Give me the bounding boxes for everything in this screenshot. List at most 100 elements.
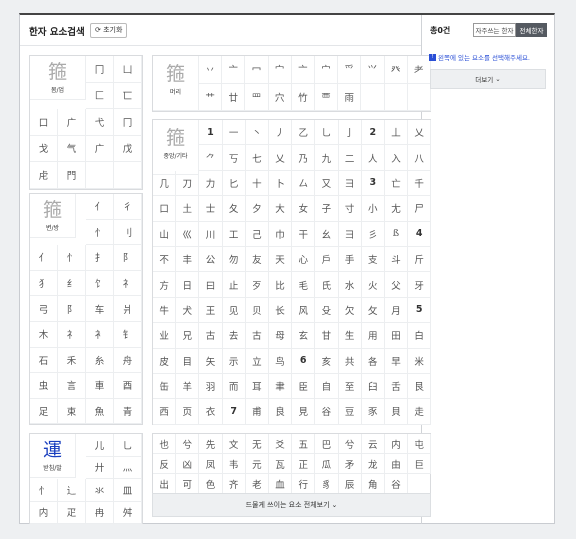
element-cell[interactable]: 豕 xyxy=(361,399,385,425)
element-cell[interactable]: 子 xyxy=(315,196,339,222)
element-cell[interactable]: 也 xyxy=(153,434,177,454)
element-cell[interactable]: 戊 xyxy=(114,135,142,162)
element-cell[interactable]: 瓜 xyxy=(315,454,339,474)
element-cell[interactable]: 鸟 xyxy=(268,348,293,374)
element-cell[interactable]: 支 xyxy=(361,246,385,273)
element-cell[interactable]: 羊 xyxy=(176,373,200,400)
element-cell[interactable]: 公 xyxy=(199,246,223,273)
element-cell[interactable]: 乚 xyxy=(114,434,142,457)
element-cell[interactable]: 弋 xyxy=(86,109,114,136)
element-cell[interactable]: 丿 xyxy=(268,120,293,146)
element-cell[interactable]: 天 xyxy=(268,246,293,273)
element-cell[interactable]: 川 xyxy=(199,221,223,247)
element-cell[interactable]: 手 xyxy=(338,246,362,273)
element-cell[interactable]: 聿 xyxy=(268,373,293,400)
element-cell[interactable]: 用 xyxy=(361,323,385,349)
element-cell[interactable]: 贝 xyxy=(245,297,269,324)
element-cell[interactable]: 虍 xyxy=(30,162,58,189)
element-cell[interactable]: 谷 xyxy=(315,399,339,425)
element-cell[interactable]: 皮 xyxy=(153,348,177,374)
element-cell[interactable]: 五 xyxy=(292,434,316,454)
element-cell[interactable]: 几 xyxy=(153,170,177,197)
element-cell[interactable]: 夂 xyxy=(222,196,246,222)
element-cell[interactable]: 田 xyxy=(384,323,409,349)
element-cell[interactable]: 老 xyxy=(245,474,269,494)
element-cell[interactable]: 耳 xyxy=(245,373,269,400)
element-cell[interactable]: 車 xyxy=(86,373,114,399)
element-cell[interactable]: 兮 xyxy=(176,434,200,454)
element-cell[interactable]: 忄 xyxy=(30,479,58,502)
element-cell[interactable]: 日 xyxy=(176,272,200,298)
element-cell[interactable]: 乚 xyxy=(315,120,339,146)
element-cell[interactable]: 尢 xyxy=(384,196,409,222)
element-cell[interactable]: 魚 xyxy=(86,398,114,425)
element-cell[interactable]: 巴 xyxy=(315,434,339,454)
element-cell[interactable]: 十 xyxy=(245,170,269,197)
element-cell[interactable]: 先 xyxy=(199,434,223,454)
more-button[interactable]: 더보기 ⌄ xyxy=(430,69,546,89)
element-cell[interactable]: 丰 xyxy=(176,246,200,273)
element-cell[interactable]: 臣 xyxy=(292,373,316,400)
element-cell[interactable]: 臼 xyxy=(361,373,385,400)
element-cell[interactable]: 龙 xyxy=(361,454,385,474)
element-cell[interactable]: 云 xyxy=(361,434,385,454)
element-cell[interactable]: 矢 xyxy=(199,348,223,374)
element-cell[interactable]: 匸 xyxy=(114,82,142,109)
element-cell[interactable]: 犬 xyxy=(176,297,200,324)
element-cell[interactable]: 木 xyxy=(30,321,58,348)
reset-button[interactable]: ⟳ 초기화 xyxy=(90,23,128,38)
element-cell[interactable]: 彡 xyxy=(361,221,385,247)
element-cell[interactable]: 冉 xyxy=(86,501,114,524)
element-cell[interactable]: 示 xyxy=(222,348,246,374)
element-cell[interactable]: 門 xyxy=(58,162,86,189)
element-cell[interactable]: 士 xyxy=(199,196,223,222)
element-cell[interactable]: 早 xyxy=(384,348,409,374)
toggle-all-hanja[interactable]: 전체한자 xyxy=(516,23,547,37)
element-cell[interactable]: 兮 xyxy=(338,434,362,454)
element-cell[interactable]: 二 xyxy=(338,145,362,171)
element-cell[interactable]: 韦 xyxy=(222,454,246,474)
element-cell[interactable]: 舟 xyxy=(114,347,142,374)
element-cell[interactable]: 冖 xyxy=(245,56,269,84)
element-cell[interactable]: 糸 xyxy=(86,347,114,374)
element-cell[interactable]: 钅 xyxy=(114,321,142,348)
element-cell[interactable]: 辰 xyxy=(338,474,362,494)
element-cell[interactable]: 各 xyxy=(361,348,385,374)
element-cell[interactable]: 谷 xyxy=(384,474,409,494)
element-cell[interactable]: 禾 xyxy=(58,347,86,374)
element-cell[interactable]: 而 xyxy=(222,373,246,400)
element-cell[interactable]: 竹 xyxy=(291,83,315,111)
element-cell[interactable]: 无 xyxy=(245,434,269,454)
element-cell[interactable]: 父 xyxy=(384,272,409,298)
element-cell[interactable]: 元 xyxy=(245,454,269,474)
element-cell[interactable]: 舌 xyxy=(384,373,409,400)
element-cell[interactable]: 衤 xyxy=(86,321,114,348)
element-cell[interactable]: 风 xyxy=(292,297,316,324)
element-cell[interactable]: 出 xyxy=(153,474,177,494)
element-cell[interactable]: 目 xyxy=(176,348,200,374)
element-cell[interactable]: 毛 xyxy=(292,272,316,298)
element-cell[interactable]: 冂 xyxy=(114,109,142,136)
element-cell[interactable]: 冂 xyxy=(86,56,114,83)
element-cell[interactable]: 阝 xyxy=(58,296,86,322)
element-cell[interactable]: 宀 xyxy=(268,56,292,84)
element-cell[interactable]: 勿 xyxy=(222,246,246,273)
element-cell[interactable]: 爫 xyxy=(338,56,362,84)
element-cell[interactable]: 血 xyxy=(268,474,293,494)
show-rare-elements-button[interactable]: 드물게 쓰이는 요소 전체보기 ⌄ xyxy=(152,493,431,517)
element-cell[interactable]: 癶 xyxy=(384,56,408,84)
element-cell[interactable]: 至 xyxy=(338,373,362,400)
element-cell[interactable]: 可 xyxy=(176,474,200,494)
element-cell[interactable]: 缶 xyxy=(153,373,177,400)
element-cell[interactable]: 立 xyxy=(245,348,269,374)
element-cell[interactable]: 乂 xyxy=(268,145,293,171)
element-cell[interactable]: 亡 xyxy=(384,170,409,197)
element-cell[interactable]: 人 xyxy=(361,145,385,171)
element-cell[interactable]: 饣 xyxy=(86,270,114,297)
element-cell[interactable]: 爿 xyxy=(114,296,142,322)
element-cell[interactable]: 刂 xyxy=(114,219,142,246)
element-cell[interactable]: 又 xyxy=(315,170,339,197)
element-cell[interactable]: 口 xyxy=(153,196,177,222)
element-cell[interactable]: 戈 xyxy=(30,135,58,162)
element-cell[interactable]: 力 xyxy=(199,170,223,197)
